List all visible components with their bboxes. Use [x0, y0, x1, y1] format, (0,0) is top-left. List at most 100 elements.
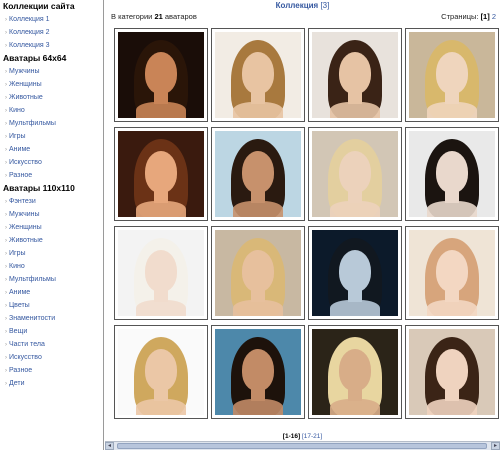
scroll-left-icon[interactable]: ◂ — [105, 442, 114, 450]
sidebar-item[interactable]: › Кино — [0, 260, 103, 273]
chevron-right-icon: › — [5, 82, 7, 88]
sidebar-item[interactable]: › Мужчины — [0, 65, 103, 78]
chevron-right-icon: › — [5, 381, 7, 387]
avatar-image — [409, 131, 495, 217]
chevron-right-icon: › — [5, 17, 7, 23]
avatar-image — [215, 329, 301, 415]
sidebar-item-label: Искусство — [9, 354, 42, 361]
avatar-image — [118, 230, 204, 316]
avatar-thumbnail[interactable] — [114, 226, 208, 320]
chevron-right-icon: › — [5, 290, 7, 296]
sidebar-item[interactable]: › Цветы — [0, 299, 103, 312]
avatar-thumbnail[interactable] — [405, 226, 499, 320]
avatar-thumbnail[interactable] — [405, 28, 499, 122]
chevron-right-icon: › — [5, 30, 7, 36]
avatar-image — [118, 131, 204, 217]
chevron-right-icon: › — [5, 108, 7, 114]
sidebar-item-label: Мультфильмы — [9, 276, 56, 283]
avatar-thumbnail[interactable] — [114, 28, 208, 122]
chevron-right-icon: › — [5, 69, 7, 75]
avatar-image — [312, 329, 398, 415]
bottom-pager: [1-16] [17-21] — [105, 432, 500, 441]
sidebar-item-label: Разное — [9, 367, 33, 374]
pages-nav: Страницы: [1] 2 — [441, 12, 496, 22]
avatar-image — [215, 131, 301, 217]
sidebar-item[interactable]: › Части тела — [0, 338, 103, 351]
avatar-image — [118, 32, 204, 118]
collection-name[interactable]: Коллекция — [276, 1, 319, 10]
sidebar-item[interactable]: › Животные — [0, 91, 103, 104]
sidebar-item-label: Коллекция 2 — [9, 29, 50, 36]
avatar-thumbnail[interactable] — [211, 127, 305, 221]
sidebar-item[interactable]: › Аниме — [0, 143, 103, 156]
sidebar-item[interactable]: › Мультфильмы — [0, 273, 103, 286]
sidebar-item-label: Животные — [9, 94, 43, 101]
sidebar-item-label: Животные — [9, 237, 43, 244]
sidebar-section-title: Аватары 110x110 — [3, 183, 75, 193]
sidebar-item[interactable]: › Коллекция 2 — [0, 26, 103, 39]
avatar-thumbnail[interactable] — [308, 28, 402, 122]
avatar-image — [312, 32, 398, 118]
sidebar-item[interactable]: › Мужчины — [0, 208, 103, 221]
sidebar-item-label: Разное — [9, 172, 33, 179]
chevron-right-icon: › — [5, 264, 7, 270]
sidebar-item[interactable]: › Разное — [0, 169, 103, 182]
avatar-thumbnail[interactable] — [211, 325, 305, 419]
chevron-right-icon: › — [5, 212, 7, 218]
avatar-thumbnail[interactable] — [308, 127, 402, 221]
main-content: Коллекция [3] В категории 21 аватаров Ст… — [105, 0, 500, 450]
chevron-right-icon: › — [5, 329, 7, 335]
avatar-image — [215, 32, 301, 118]
collection-count: [3] — [320, 1, 330, 10]
sidebar-item[interactable]: › Коллекция 3 — [0, 39, 103, 52]
sidebar-item-label: Игры — [9, 250, 26, 257]
sidebar-item[interactable]: › Женщины — [0, 78, 103, 91]
sidebar-item-label: Коллекция 3 — [9, 42, 50, 49]
sidebar-item[interactable]: › Аниме — [0, 286, 103, 299]
avatar-thumbnail[interactable] — [405, 325, 499, 419]
sidebar-item[interactable]: › Кино — [0, 104, 103, 117]
category-count: 21 — [154, 12, 163, 21]
sidebar-item[interactable]: › Искусство — [0, 156, 103, 169]
avatar-thumbnail[interactable] — [308, 325, 402, 419]
avatar-image — [118, 329, 204, 415]
sidebar-item-label: Части тела — [9, 341, 45, 348]
avatar-image — [215, 230, 301, 316]
sidebar-item[interactable]: › Игры — [0, 247, 103, 260]
sidebar-item[interactable]: › Игры — [0, 130, 103, 143]
avatar-thumbnail[interactable] — [211, 28, 305, 122]
sidebar-item[interactable]: › Женщины — [0, 221, 103, 234]
avatar-thumbnail[interactable] — [308, 226, 402, 320]
category-info: В категории 21 аватаров — [111, 12, 197, 22]
sidebar-item-label: Дети — [9, 380, 25, 387]
scrollbar-thumb[interactable] — [117, 443, 487, 449]
chevron-right-icon: › — [5, 121, 7, 127]
chevron-right-icon: › — [5, 238, 7, 244]
page-link-2[interactable]: 2 — [492, 12, 496, 21]
sidebar-item-label: Вещи — [9, 328, 28, 335]
sidebar-item[interactable]: › Коллекция 1 — [0, 13, 103, 26]
sidebar-section-title: Аватары 64x64 — [3, 53, 67, 63]
avatar-thumbnail[interactable] — [114, 325, 208, 419]
horizontal-scrollbar[interactable]: ◂ ▸ — [105, 441, 500, 450]
sidebar-item[interactable]: › Фэнтези — [0, 195, 103, 208]
chevron-right-icon: › — [5, 316, 7, 322]
avatar-thumbnail[interactable] — [211, 226, 305, 320]
pager-next[interactable]: [17-21] — [302, 433, 322, 440]
chevron-right-icon: › — [5, 95, 7, 101]
sidebar-item[interactable]: › Разное — [0, 364, 103, 377]
chevron-right-icon: › — [5, 355, 7, 361]
sidebar-item[interactable]: › Мультфильмы — [0, 117, 103, 130]
scroll-right-icon[interactable]: ▸ — [491, 442, 500, 450]
avatar-thumbnail[interactable] — [114, 127, 208, 221]
sidebar-item[interactable]: › Знаменитости — [0, 312, 103, 325]
sidebar-item[interactable]: › Дети — [0, 377, 103, 390]
avatar-thumbnail[interactable] — [405, 127, 499, 221]
sidebar-item[interactable]: › Вещи — [0, 325, 103, 338]
chevron-right-icon: › — [5, 43, 7, 49]
sidebar-item-label: Женщины — [9, 81, 42, 88]
category-suffix: аватаров — [164, 12, 197, 21]
sidebar-item-label: Искусство — [9, 159, 42, 166]
sidebar-item[interactable]: › Животные — [0, 234, 103, 247]
sidebar-item[interactable]: › Искусство — [0, 351, 103, 364]
